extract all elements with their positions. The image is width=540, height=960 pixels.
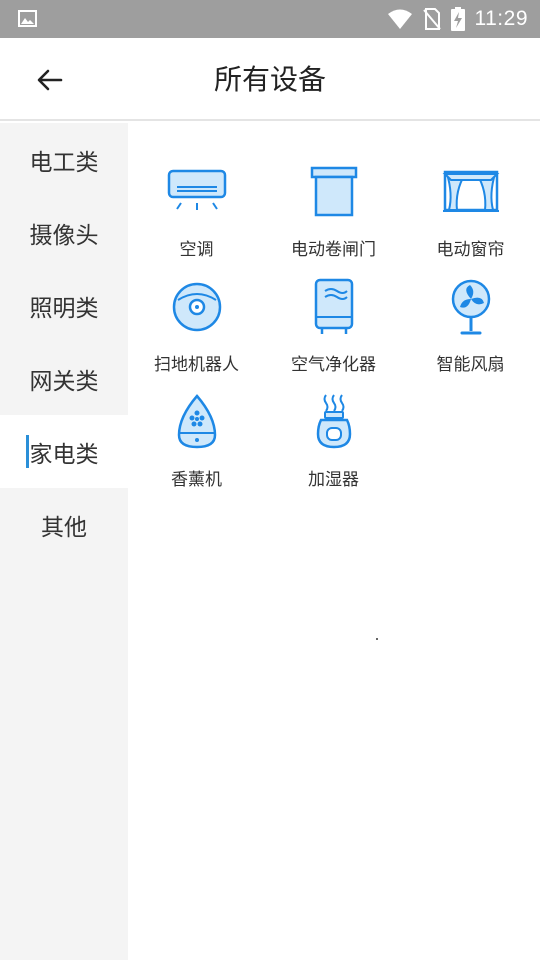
sidebar-item-other[interactable]: 其他 [0, 488, 128, 561]
stray-dot [376, 638, 378, 640]
device-label: 香薰机 [171, 470, 222, 490]
device-label: 电动卷闸门 [291, 240, 376, 260]
aroma-diffuser-icon [165, 391, 229, 453]
page-title: 所有设备 [213, 63, 326, 96]
humidifier-icon [302, 391, 366, 453]
no-sim-icon [422, 8, 441, 30]
device-label: 空气净化器 [291, 355, 376, 375]
device-panel: 空调 电动卷闸门 电动窗帘 扫地机器人 空气净化器 智能风扇 香薰机 加湿器 [128, 123, 540, 960]
device-label: 空调 [179, 240, 214, 260]
sidebar-item-lighting[interactable]: 照明类 [0, 269, 128, 342]
sidebar-item-label: 其他 [41, 514, 87, 541]
status-time: 11:29 [474, 7, 528, 30]
sidebar-item-electrical[interactable]: 电工类 [0, 123, 128, 196]
device-robot-vacuum[interactable]: 扫地机器人 [128, 276, 265, 391]
device-label: 智能风扇 [436, 355, 505, 375]
sidebar-item-gateway[interactable]: 网关类 [0, 342, 128, 415]
sidebar-item-label: 家电类 [29, 441, 99, 468]
sidebar-item-label: 照明类 [29, 295, 99, 322]
device-air-purifier[interactable]: 空气净化器 [265, 276, 402, 391]
air-purifier-icon [302, 276, 366, 338]
device-humidifier[interactable]: 加湿器 [265, 391, 402, 506]
device-grid: 空调 电动卷闸门 电动窗帘 扫地机器人 空气净化器 智能风扇 香薰机 加湿器 [128, 161, 540, 506]
sidebar-item-camera[interactable]: 摄像头 [0, 196, 128, 269]
robot-vacuum-icon [165, 276, 229, 338]
sidebar-item-label: 摄像头 [29, 222, 99, 249]
rolling-door-icon [302, 161, 366, 223]
device-fan[interactable]: 智能风扇 [402, 276, 539, 391]
sidebar-item-label: 电工类 [29, 149, 99, 176]
device-curtain[interactable]: 电动窗帘 [402, 161, 539, 276]
device-rolling-door[interactable]: 电动卷闸门 [265, 161, 402, 276]
device-air-conditioner[interactable]: 空调 [128, 161, 265, 276]
device-label: 电动窗帘 [436, 240, 505, 260]
wifi-icon [387, 9, 412, 29]
image-notification-icon [18, 10, 37, 27]
category-sidebar: 电工类 摄像头 照明类 网关类 家电类 其他 [0, 123, 128, 960]
sidebar-item-appliances[interactable]: 家电类 [0, 415, 128, 488]
app-header: 所有设备 [0, 38, 540, 121]
air-conditioner-icon [165, 161, 229, 223]
battery-charging-icon [450, 7, 465, 31]
status-bar: 11:29 [0, 0, 540, 38]
sidebar-item-label: 网关类 [29, 368, 99, 395]
fan-icon [439, 276, 503, 338]
curtain-icon [439, 161, 503, 223]
device-label: 加湿器 [308, 470, 359, 490]
device-aroma-diffuser[interactable]: 香薰机 [128, 391, 265, 506]
device-label: 扫地机器人 [154, 355, 239, 375]
